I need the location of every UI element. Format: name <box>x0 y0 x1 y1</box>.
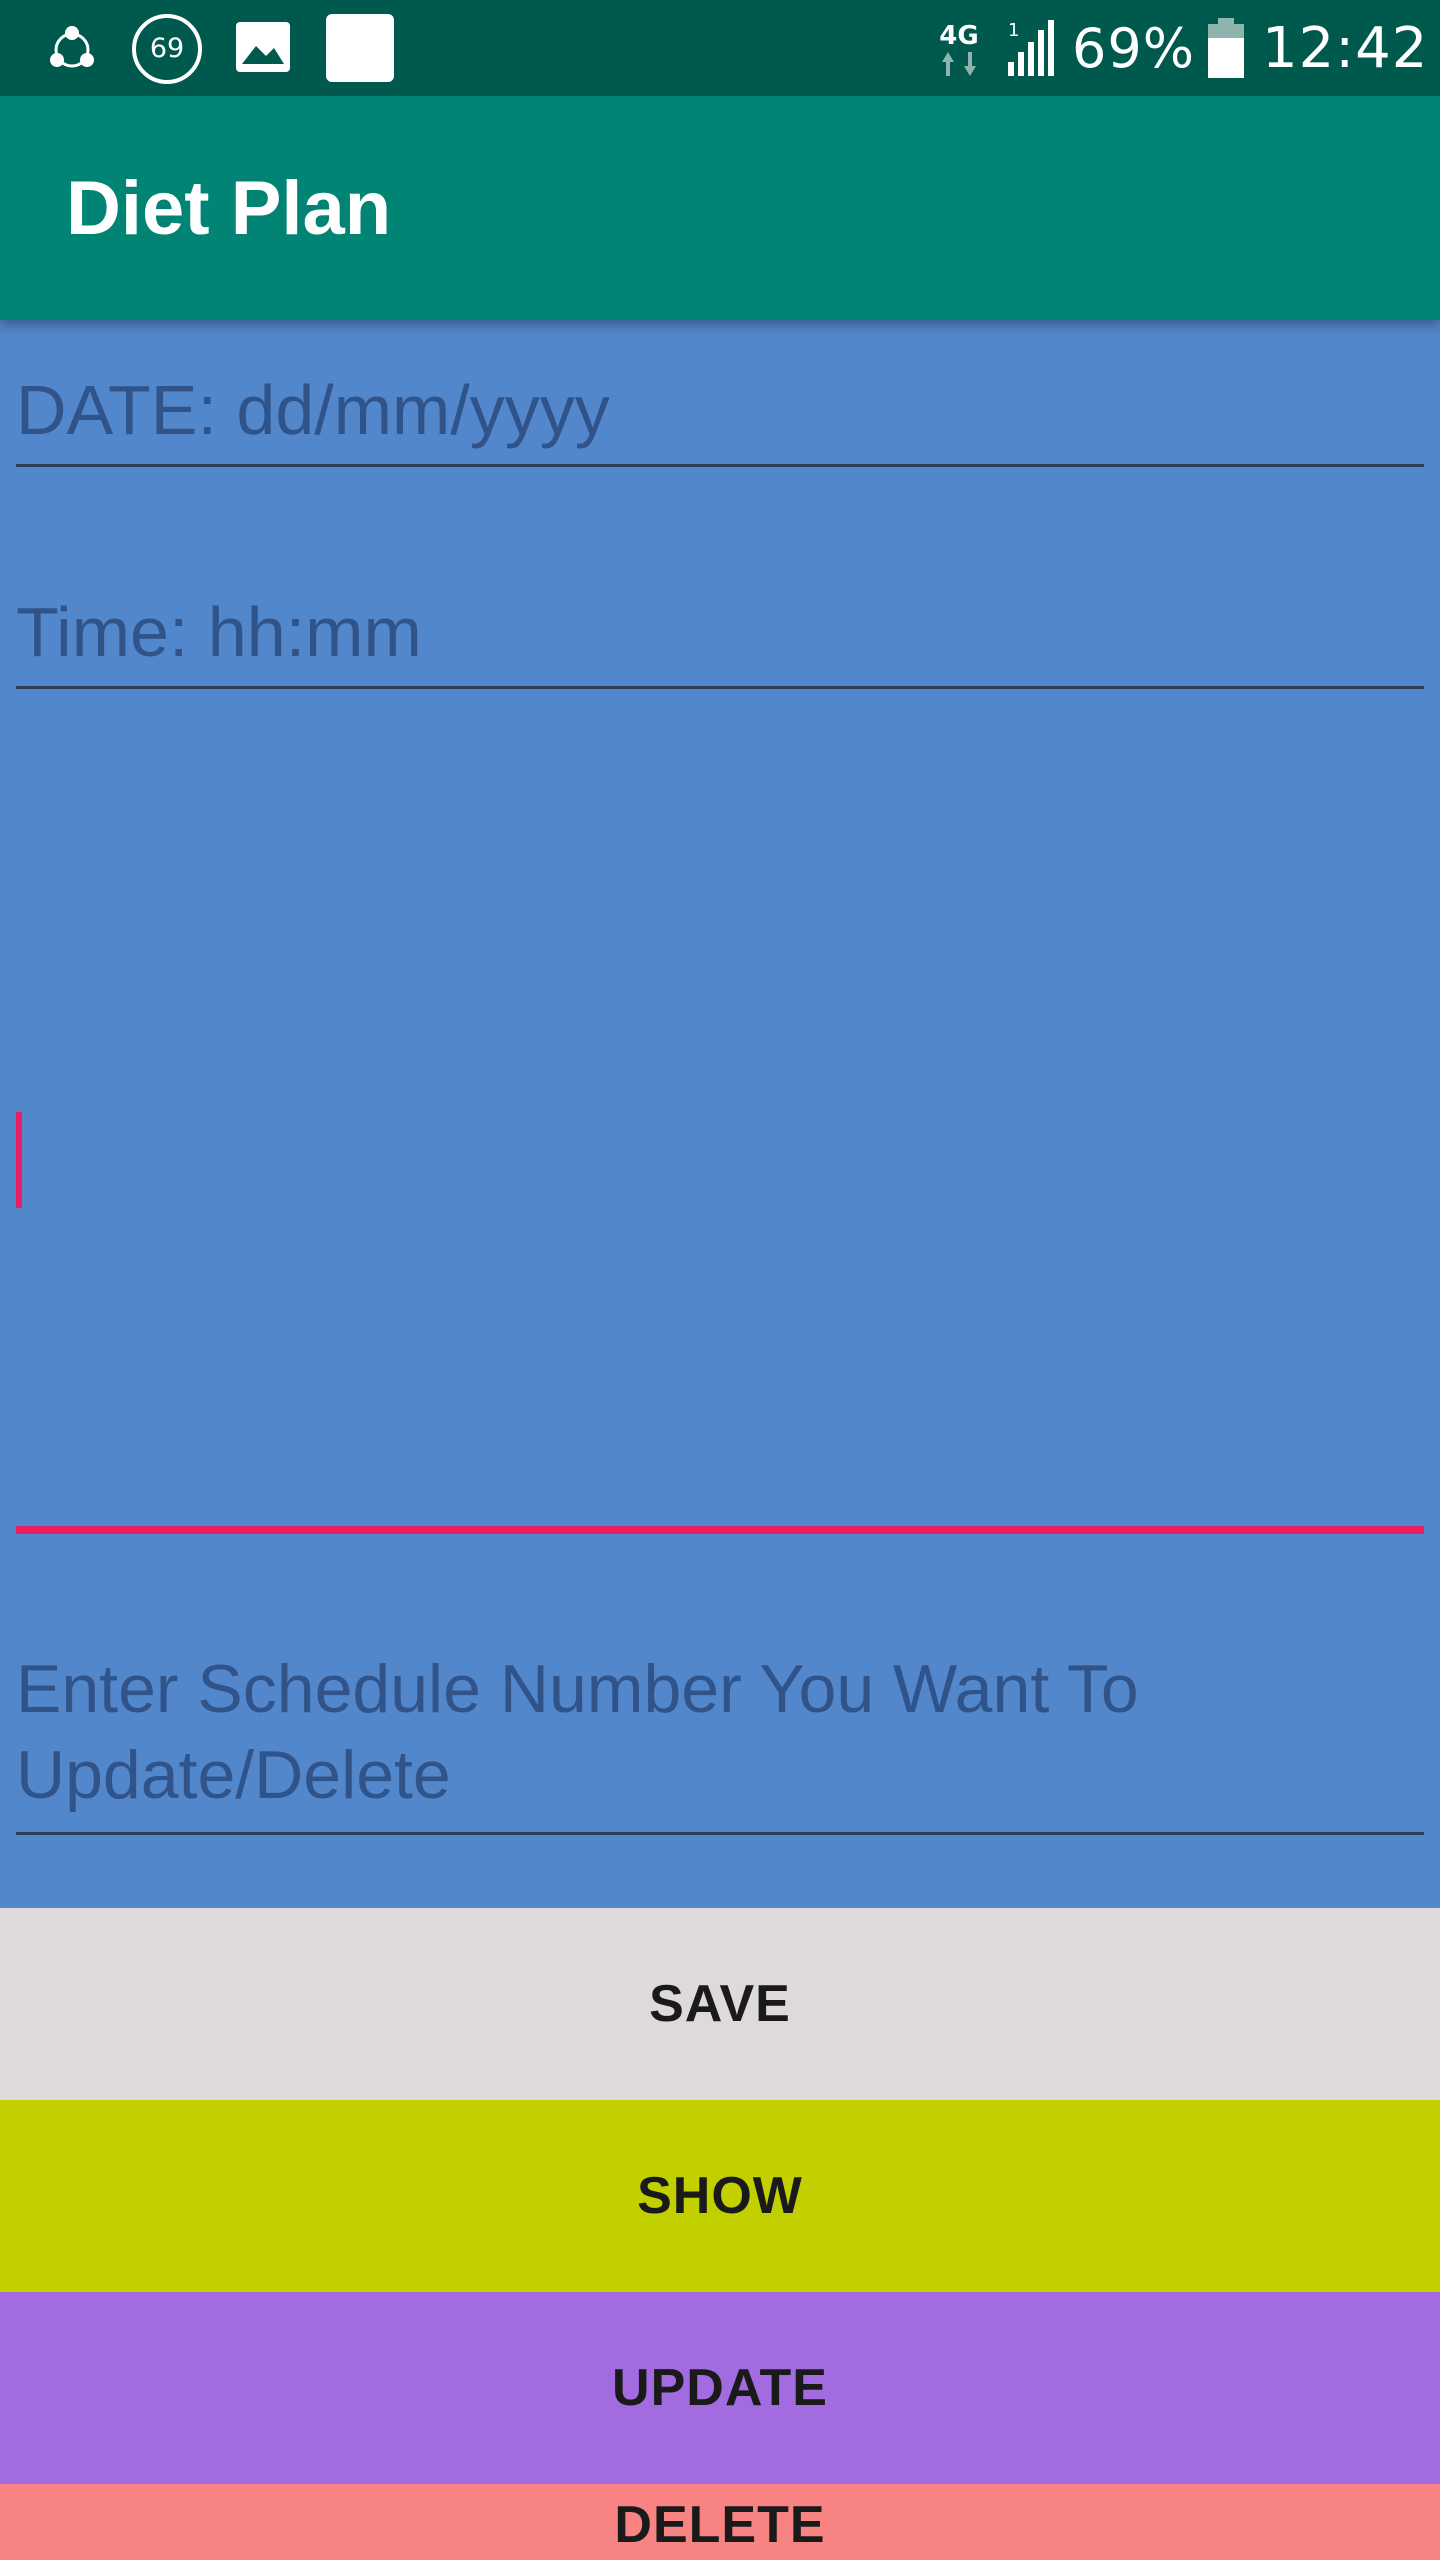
notes-field-underline <box>16 1526 1424 1534</box>
network-4g-icon: 4G <box>939 21 979 76</box>
badge-number: 69 <box>149 33 185 64</box>
signal-icon: 1 <box>1008 20 1054 76</box>
schedule-placeholder: Enter Schedule Number You Want To Update… <box>16 1651 1139 1813</box>
app-square-icon <box>326 14 394 82</box>
status-bar: 69 4G 1 69% 12:42 <box>0 0 1440 96</box>
schedule-field-underline <box>16 1832 1424 1835</box>
gallery-icon <box>236 22 290 72</box>
battery-percent: 69% <box>1072 17 1196 80</box>
svg-text:1: 1 <box>1008 20 1019 41</box>
schedule-number-field[interactable]: Enter Schedule Number You Want To Update… <box>16 1646 1424 1840</box>
time-field-underline <box>16 686 1424 689</box>
update-button[interactable]: UPDATE <box>0 2292 1440 2484</box>
time-placeholder: Time: hh:mm <box>16 593 422 671</box>
diet-notes-input[interactable] <box>16 700 1424 1540</box>
date-placeholder: DATE: dd/mm/yyyy <box>16 371 610 449</box>
date-field-underline <box>16 464 1424 467</box>
save-button[interactable]: SAVE <box>0 1908 1440 2100</box>
battery-icon <box>1208 18 1244 78</box>
share-icon <box>50 26 94 68</box>
page-title: Diet Plan <box>66 166 392 251</box>
text-cursor <box>16 1112 22 1208</box>
delete-button[interactable]: DELETE <box>0 2484 1440 2560</box>
svg-text:4G: 4G <box>939 21 978 51</box>
notification-badge-icon: 69 <box>132 14 202 84</box>
time-field[interactable]: Time: hh:mm <box>16 582 1424 692</box>
date-field[interactable]: DATE: dd/mm/yyyy <box>16 360 1424 470</box>
status-time: 12:42 <box>1262 16 1429 81</box>
show-button[interactable]: SHOW <box>0 2100 1440 2292</box>
app-bar: Diet Plan <box>0 96 1440 320</box>
